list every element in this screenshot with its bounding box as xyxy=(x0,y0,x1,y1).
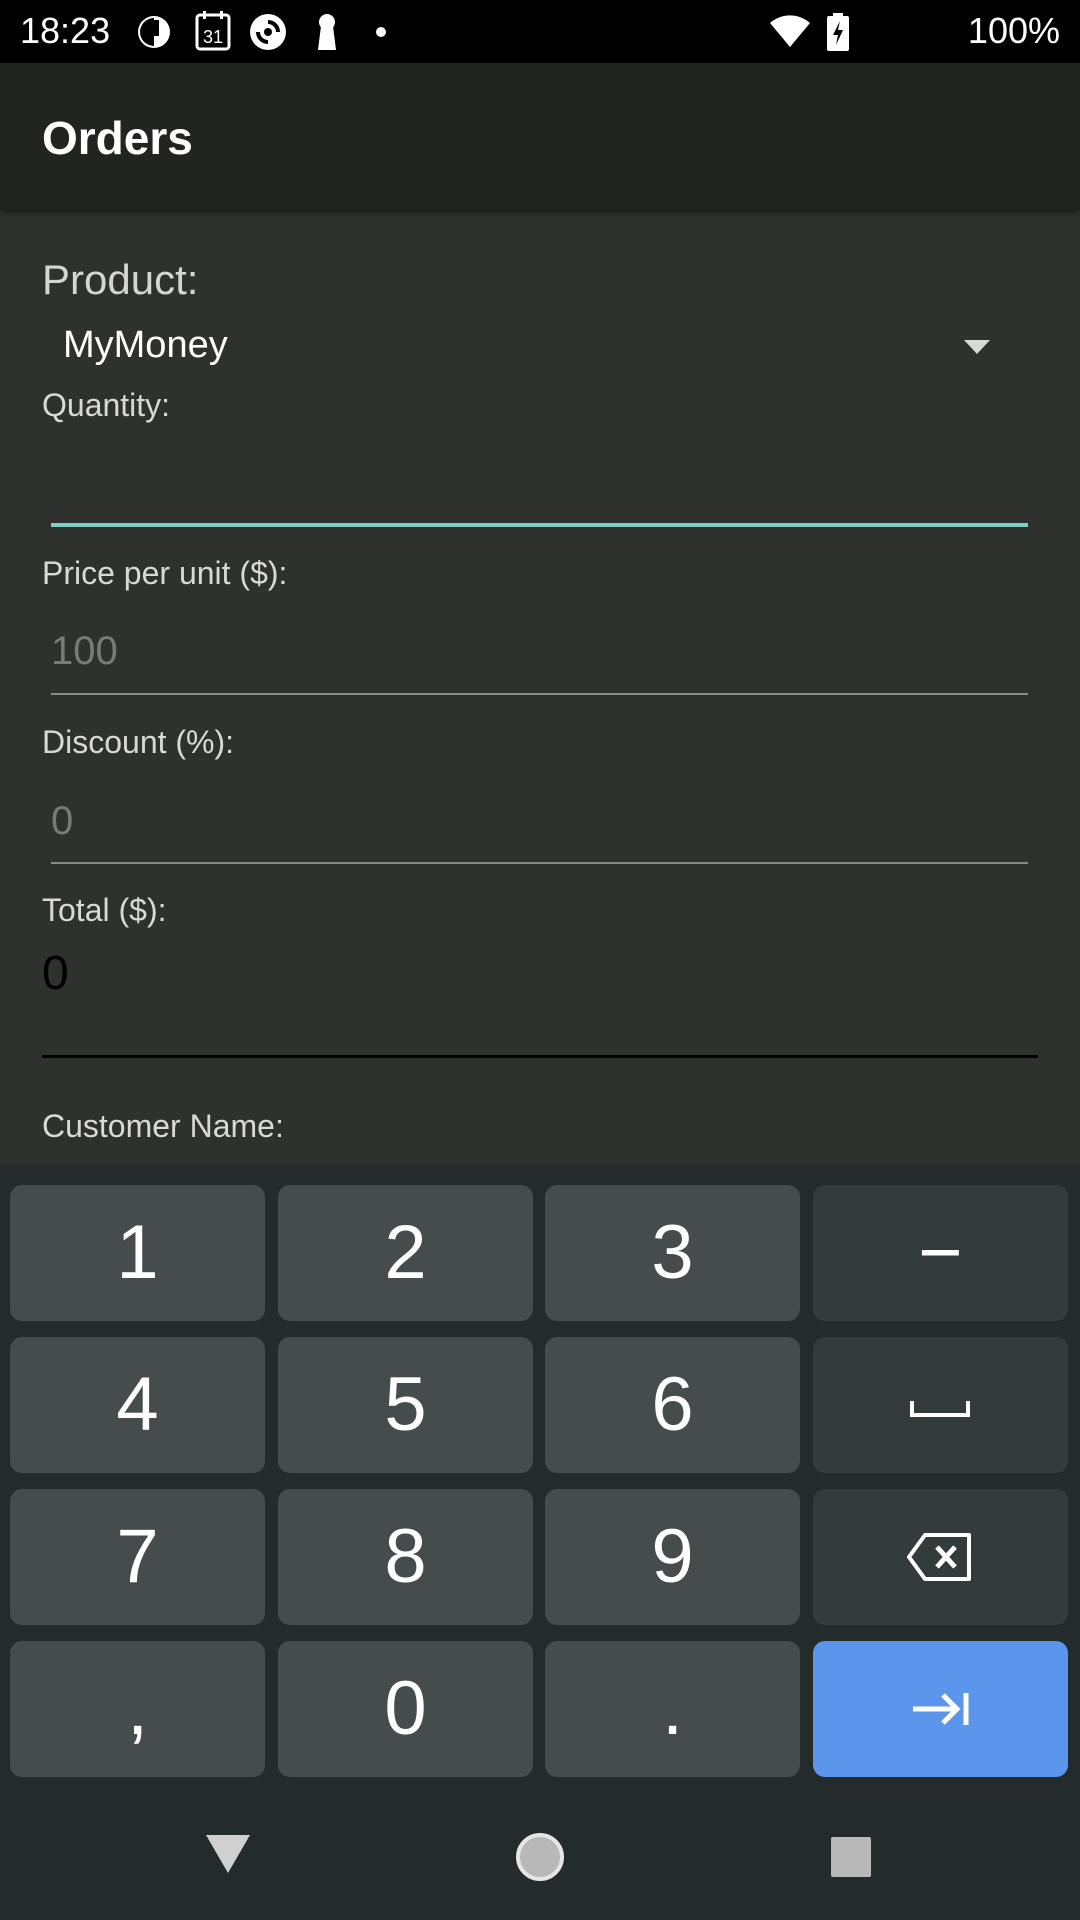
sync-icon xyxy=(250,14,286,50)
key-7[interactable]: 7 xyxy=(10,1489,265,1625)
key-comma[interactable]: , xyxy=(10,1641,265,1777)
key-minus[interactable]: − xyxy=(813,1185,1068,1321)
back-icon[interactable] xyxy=(206,1835,250,1875)
status-time: 18:23 xyxy=(20,10,111,51)
key-period-label: . xyxy=(661,1666,684,1751)
quantity-underline xyxy=(51,523,1028,527)
app-bar: Orders xyxy=(0,63,1080,210)
price-input-hint: 100 xyxy=(51,629,118,673)
numeric-keyboard: 1 2 3 − 4 5 6 7 8 9 , 0 . xyxy=(0,1165,1080,1790)
total-value: 0 xyxy=(42,947,69,1000)
key-5-label: 5 xyxy=(384,1362,427,1447)
screen: 18:23 31 100% Orders Product: MyMoney Qu… xyxy=(0,0,1080,1920)
price-underline xyxy=(51,693,1028,695)
key-minus-label: − xyxy=(918,1210,963,1295)
chevron-down-icon xyxy=(964,340,990,354)
wifi-icon xyxy=(770,15,810,47)
key-1-label: 1 xyxy=(116,1210,159,1295)
price-input[interactable]: 100 xyxy=(42,605,1038,690)
customer-name-label: Customer Name: xyxy=(42,1108,284,1144)
space-icon xyxy=(910,1401,970,1417)
discount-input-hint: 0 xyxy=(51,799,74,843)
key-4[interactable]: 4 xyxy=(10,1337,265,1473)
next-tab-icon xyxy=(913,1693,969,1725)
key-space[interactable] xyxy=(813,1337,1068,1473)
key-2[interactable]: 2 xyxy=(278,1185,533,1321)
key-9[interactable]: 9 xyxy=(545,1489,800,1625)
backspace-icon xyxy=(907,1533,971,1581)
page-title: Orders xyxy=(42,112,193,164)
key-0-label: 0 xyxy=(384,1666,427,1751)
recents-icon[interactable] xyxy=(831,1837,871,1877)
product-spinner-value: MyMoney xyxy=(63,324,228,366)
home-icon[interactable] xyxy=(515,1832,565,1882)
battery-charging-icon xyxy=(827,13,849,51)
key-5[interactable]: 5 xyxy=(278,1337,533,1473)
status-bar: 18:23 31 100% xyxy=(0,0,1080,63)
status-right: 100% xyxy=(770,9,1060,53)
key-8-label: 8 xyxy=(384,1514,427,1599)
discount-label: Discount (%): xyxy=(42,724,235,760)
key-3-label: 3 xyxy=(651,1210,694,1295)
keyhole-icon xyxy=(318,14,336,50)
discount-input[interactable]: 0 xyxy=(42,775,1038,860)
key-next[interactable] xyxy=(813,1641,1068,1777)
key-4-label: 4 xyxy=(116,1362,159,1447)
data-saver-icon xyxy=(138,16,170,48)
price-label: Price per unit ($): xyxy=(42,555,288,591)
key-6[interactable]: 6 xyxy=(545,1337,800,1473)
calendar-day-text: 31 xyxy=(203,27,223,47)
product-label: Product: xyxy=(42,256,199,303)
key-1[interactable]: 1 xyxy=(10,1185,265,1321)
key-backspace[interactable] xyxy=(813,1489,1068,1625)
nav-bar xyxy=(0,1790,1080,1920)
key-0[interactable]: 0 xyxy=(278,1641,533,1777)
key-9-label: 9 xyxy=(651,1514,694,1599)
key-6-label: 6 xyxy=(651,1362,694,1447)
key-2-label: 2 xyxy=(384,1210,427,1295)
key-7-label: 7 xyxy=(116,1514,159,1599)
calendar-icon: 31 xyxy=(195,11,231,51)
key-period[interactable]: . xyxy=(545,1641,800,1777)
quantity-input[interactable] xyxy=(42,435,1038,525)
total-label: Total ($): xyxy=(42,892,167,928)
order-form: Product: MyMoney Quantity: Price per uni… xyxy=(0,210,1080,1165)
key-comma-label: , xyxy=(126,1666,149,1751)
key-3[interactable]: 3 xyxy=(545,1185,800,1321)
battery-percent: 100% xyxy=(967,10,1060,51)
quantity-label: Quantity: xyxy=(42,387,171,423)
discount-underline xyxy=(51,862,1028,864)
product-spinner[interactable]: MyMoney xyxy=(42,310,1038,380)
key-8[interactable]: 8 xyxy=(278,1489,533,1625)
notification-dot-icon xyxy=(376,27,386,37)
total-divider xyxy=(42,1055,1038,1058)
